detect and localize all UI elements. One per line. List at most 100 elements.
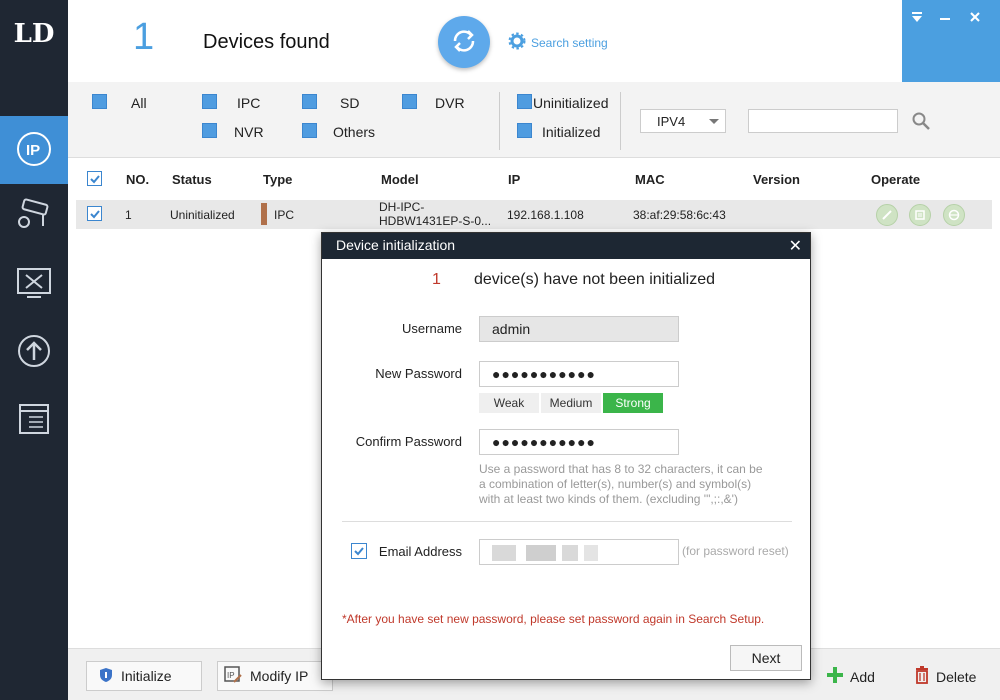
document-icon — [16, 402, 52, 439]
ip-edit-icon: IP — [224, 665, 242, 687]
filter-initialized-checkbox[interactable] — [517, 123, 532, 138]
filter-bar: All IPC SD DVR NVR Others Uninitialized … — [68, 82, 1000, 158]
edit-icon[interactable] — [876, 204, 898, 226]
password-hint-line: a combination of letter(s), number(s) an… — [479, 477, 752, 491]
sidebar: LD IP — [0, 0, 68, 700]
ip-version-value: IPV4 — [657, 114, 686, 129]
confirm-password-field[interactable]: ●●●●●●●●●●● — [479, 429, 679, 455]
gear-icon — [508, 32, 526, 53]
camera-settings-icon — [15, 198, 53, 235]
confirm-password-label: Confirm Password — [355, 434, 462, 449]
column-header-model: Model — [381, 172, 419, 187]
details-icon[interactable] — [909, 204, 931, 226]
strength-medium: Medium — [541, 393, 601, 413]
ip-version-select[interactable]: IPV4 — [640, 109, 726, 133]
filter-others-checkbox[interactable] — [302, 123, 317, 138]
dialog-title: Device initialization — [336, 237, 456, 253]
column-header-version: Version — [753, 172, 800, 187]
search-icon[interactable] — [911, 111, 931, 134]
sidebar-item-tools[interactable] — [0, 250, 68, 318]
row-no: 1 — [125, 208, 132, 222]
close-icon[interactable]: ✕ — [789, 236, 802, 256]
app-logo: LD — [13, 19, 55, 49]
svg-text:IP: IP — [26, 142, 40, 159]
strength-strong: Strong — [603, 393, 663, 413]
uninitialized-message: device(s) have not been initialized — [474, 271, 716, 288]
filter-ipc-label: IPC — [237, 95, 261, 111]
username-field: admin — [479, 316, 679, 342]
filter-sd-checkbox[interactable] — [302, 94, 317, 109]
filter-nvr-checkbox[interactable] — [202, 123, 217, 138]
device-count: 1 — [133, 16, 155, 58]
email-reset-note: (for password reset) — [682, 544, 789, 558]
redacted-text — [562, 545, 578, 561]
delete-button[interactable]: Delete — [914, 666, 976, 687]
upgrade-icon — [16, 333, 52, 372]
email-field[interactable] — [479, 539, 679, 565]
row-checkbox[interactable] — [87, 206, 102, 221]
select-all-checkbox[interactable] — [87, 171, 102, 186]
row-model-line2: HDBW1431EP-S-0... — [379, 214, 492, 228]
row-ip: 192.168.1.108 — [507, 208, 584, 222]
filter-sd-label: SD — [340, 95, 360, 111]
type-color-bar — [261, 203, 267, 225]
refresh-button[interactable] — [438, 16, 490, 68]
dialog-header: Device initialization ✕ — [322, 233, 810, 259]
redacted-text — [526, 545, 556, 561]
sidebar-item-camera[interactable] — [0, 182, 68, 250]
email-label: Email Address — [378, 544, 462, 559]
filter-dvr-checkbox[interactable] — [402, 94, 417, 109]
trash-icon — [914, 666, 930, 687]
filter-all-checkbox[interactable] — [92, 94, 107, 109]
sidebar-item-upgrade[interactable] — [0, 318, 68, 386]
shield-icon — [99, 667, 113, 686]
chevron-down-icon — [709, 119, 719, 124]
initialize-button[interactable]: Initialize — [86, 661, 202, 691]
strength-weak: Weak — [479, 393, 539, 413]
column-header-no: NO. — [126, 172, 150, 187]
initialize-label: Initialize — [121, 668, 172, 684]
filter-all-label: All — [131, 95, 147, 111]
username-label: Username — [402, 321, 462, 336]
minimize-icon[interactable] — [936, 10, 954, 28]
modify-ip-label: Modify IP — [250, 668, 309, 684]
redacted-text — [584, 545, 598, 561]
search-setting-link[interactable]: Search setting — [508, 32, 608, 53]
menu-dropdown-icon[interactable] — [908, 10, 926, 28]
sidebar-item-ip-config[interactable]: IP — [0, 116, 68, 184]
refresh-icon — [449, 26, 479, 59]
uninitialized-count: 1 — [432, 271, 441, 288]
checkmark-icon — [89, 209, 100, 218]
modify-ip-button[interactable]: IP Modify IP — [217, 661, 333, 691]
column-header-ip: IP — [508, 172, 521, 187]
table-row[interactable]: 1 Uninitialized IPC DH-IPC- HDBW1431EP-S… — [76, 200, 992, 229]
filter-uninitialized-label: Uninitialized — [533, 95, 609, 111]
delete-label: Delete — [936, 668, 977, 685]
next-button[interactable]: Next — [730, 645, 802, 671]
password-hint-line: Use a password that has 8 to 32 characte… — [479, 462, 763, 476]
column-header-mac: MAC — [635, 172, 665, 187]
row-model-line1: DH-IPC- — [379, 200, 425, 214]
redacted-text — [492, 545, 516, 561]
password-hint: Use a password that has 8 to 32 characte… — [479, 462, 789, 507]
web-browser-icon[interactable] — [943, 204, 965, 226]
search-setting-label: Search setting — [531, 35, 608, 50]
search-input[interactable] — [748, 109, 898, 133]
filter-divider — [499, 92, 500, 150]
header: 1 Devices found Search setting — [68, 0, 902, 82]
filter-divider — [620, 92, 621, 150]
filter-uninitialized-checkbox[interactable] — [517, 94, 532, 109]
row-mac: 38:af:29:58:6c:43 — [633, 208, 726, 222]
svg-text:IP: IP — [227, 671, 235, 680]
sidebar-item-docs[interactable] — [0, 386, 68, 454]
close-icon[interactable] — [966, 10, 984, 28]
password-warning: *After you have set new password, please… — [342, 612, 765, 626]
add-button[interactable]: Add — [826, 666, 875, 687]
checkmark-icon — [89, 174, 100, 183]
column-header-operate: Operate — [871, 172, 921, 187]
add-label: Add — [850, 668, 875, 685]
filter-ipc-checkbox[interactable] — [202, 94, 217, 109]
window-controls — [902, 0, 1000, 82]
new-password-field[interactable]: ●●●●●●●●●●● — [479, 361, 679, 387]
row-type: IPC — [274, 208, 295, 222]
